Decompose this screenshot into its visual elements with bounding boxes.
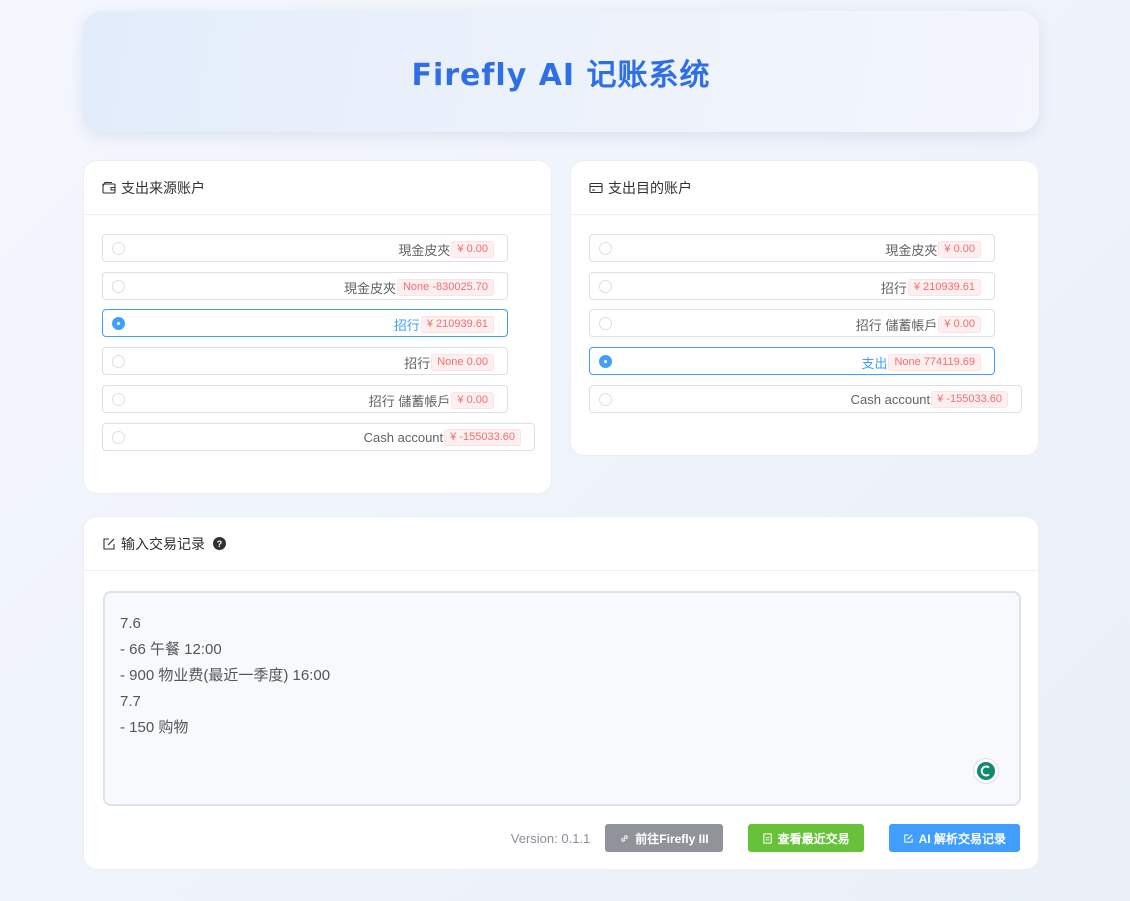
balance-tag: None -830025.70 xyxy=(396,279,494,296)
radio-button[interactable] xyxy=(112,355,125,368)
source-option[interactable]: 現金皮夾 None -830025.70 xyxy=(102,272,508,300)
link-icon xyxy=(621,834,629,842)
version-label: Version: 0.1.1 xyxy=(510,830,591,846)
action-bar: Version: 0.1.1 前往Firefly III 查看最近交易 AI 解… xyxy=(511,823,1020,853)
text-line: 7.6 xyxy=(120,615,141,632)
transaction-textarea[interactable]: 7.6 - 66 午餐 12:00 - 900 物业费(最近一季度) 16:00… xyxy=(103,591,1021,806)
wallet-icon xyxy=(102,181,116,195)
text-line: - 66 午餐 12:00 xyxy=(120,641,222,658)
source-option[interactable]: 招行 儲蓄帳戶 ¥ 0.00 xyxy=(102,385,508,413)
radio-button[interactable] xyxy=(112,393,125,406)
destination-card-title: 支出目的账户 xyxy=(608,179,692,196)
balance-tag: ¥ 0.00 xyxy=(451,392,494,409)
balance-tag: ¥ -155033.60 xyxy=(444,429,521,446)
firefly-link-button[interactable]: 前往Firefly III xyxy=(605,824,723,852)
input-card-title: 输入交易记录 xyxy=(121,535,205,552)
radio-button-checked[interactable] xyxy=(599,355,612,368)
radio-button[interactable] xyxy=(112,280,125,293)
balance-tag: ¥ 0.00 xyxy=(451,241,494,258)
grammar-assistant-icon[interactable] xyxy=(973,758,999,784)
source-option[interactable]: Cash account ¥ -155033.60 xyxy=(102,423,535,451)
recent-transactions-label: 查看最近交易 xyxy=(777,831,850,846)
source-option-selected[interactable]: 招行 ¥ 210939.61 xyxy=(102,309,508,337)
balance-tag: None 0.00 xyxy=(431,354,494,371)
edit-icon xyxy=(102,537,116,551)
source-card-header: 支出来源账户 xyxy=(84,161,551,215)
radio-button[interactable] xyxy=(112,431,125,444)
firefly-link-label: 前往Firefly III xyxy=(635,831,709,846)
destination-card-header: 支出目的账户 xyxy=(571,161,1038,215)
account-name: 招行 儲蓄帳戶 xyxy=(855,318,938,333)
balance-tag: ¥ 210939.61 xyxy=(420,316,494,333)
destination-option[interactable]: 招行 ¥ 210939.61 xyxy=(589,272,995,300)
account-name: 招行 xyxy=(404,356,431,371)
account-name: 招行 xyxy=(880,281,907,296)
radio-button[interactable] xyxy=(599,393,612,406)
destination-option[interactable]: 招行 儲蓄帳戶 ¥ 0.00 xyxy=(589,309,995,337)
radio-button[interactable] xyxy=(599,242,612,255)
balance-tag: ¥ -155033.60 xyxy=(931,391,1008,408)
text-line: - 900 物业费(最近一季度) 16:00 xyxy=(120,667,331,684)
edit-icon xyxy=(903,833,913,843)
destination-option-selected[interactable]: 支出 None 774119.69 xyxy=(589,347,995,375)
help-icon[interactable]: ? xyxy=(213,537,226,550)
credit-card-icon xyxy=(589,181,603,195)
radio-button-checked[interactable] xyxy=(112,317,125,330)
text-line: 7.7 xyxy=(120,693,141,710)
account-name: 支出 xyxy=(861,356,888,371)
recent-transactions-button[interactable]: 查看最近交易 xyxy=(747,824,864,852)
balance-tag: None 774119.69 xyxy=(888,354,981,371)
radio-button[interactable] xyxy=(599,280,612,293)
input-card-header: 输入交易记录 ? xyxy=(84,517,1038,571)
account-name: 招行 xyxy=(393,318,420,333)
destination-option[interactable]: Cash account ¥ -155033.60 xyxy=(589,385,1022,413)
document-icon xyxy=(762,832,772,844)
source-card-title: 支出来源账户 xyxy=(121,179,205,196)
source-option[interactable]: 招行 None 0.00 xyxy=(102,347,508,375)
transaction-input-card: 输入交易记录 ? 7.6 - 66 午餐 12:00 - 900 物业费(最近一… xyxy=(83,516,1039,870)
radio-button[interactable] xyxy=(112,242,125,255)
ai-parse-label: AI 解析交易记录 xyxy=(918,831,1006,846)
account-name: 現金皮夾 xyxy=(343,281,396,296)
source-option[interactable]: 現金皮夾 ¥ 0.00 xyxy=(102,234,508,262)
ai-parse-button[interactable]: AI 解析交易记录 xyxy=(888,824,1020,852)
destination-account-card: 支出目的账户 現金皮夾 ¥ 0.00 招行 ¥ 210939.61 招行 儲蓄帳戶 ¥… xyxy=(570,160,1039,456)
account-name: Cash account xyxy=(850,392,931,407)
account-name: 現金皮夾 xyxy=(398,243,451,258)
account-name: 招行 儲蓄帳戶 xyxy=(368,394,451,409)
destination-option[interactable]: 現金皮夾 ¥ 0.00 xyxy=(589,234,995,262)
page-title: Firefly AI 记账系统 xyxy=(411,57,711,93)
radio-button[interactable] xyxy=(599,317,612,330)
text-line: - 150 购物 xyxy=(120,719,189,736)
balance-tag: ¥ 0.00 xyxy=(938,316,981,333)
account-name: 現金皮夾 xyxy=(885,243,938,258)
account-name: Cash account xyxy=(363,430,444,445)
app-header: Firefly AI 记账系统 xyxy=(83,11,1039,132)
balance-tag: ¥ 210939.61 xyxy=(907,279,981,296)
source-account-card: 支出来源账户 現金皮夾 ¥ 0.00 現金皮夾 None -830025.70 招行… xyxy=(83,160,552,494)
balance-tag: ¥ 0.00 xyxy=(938,241,981,258)
